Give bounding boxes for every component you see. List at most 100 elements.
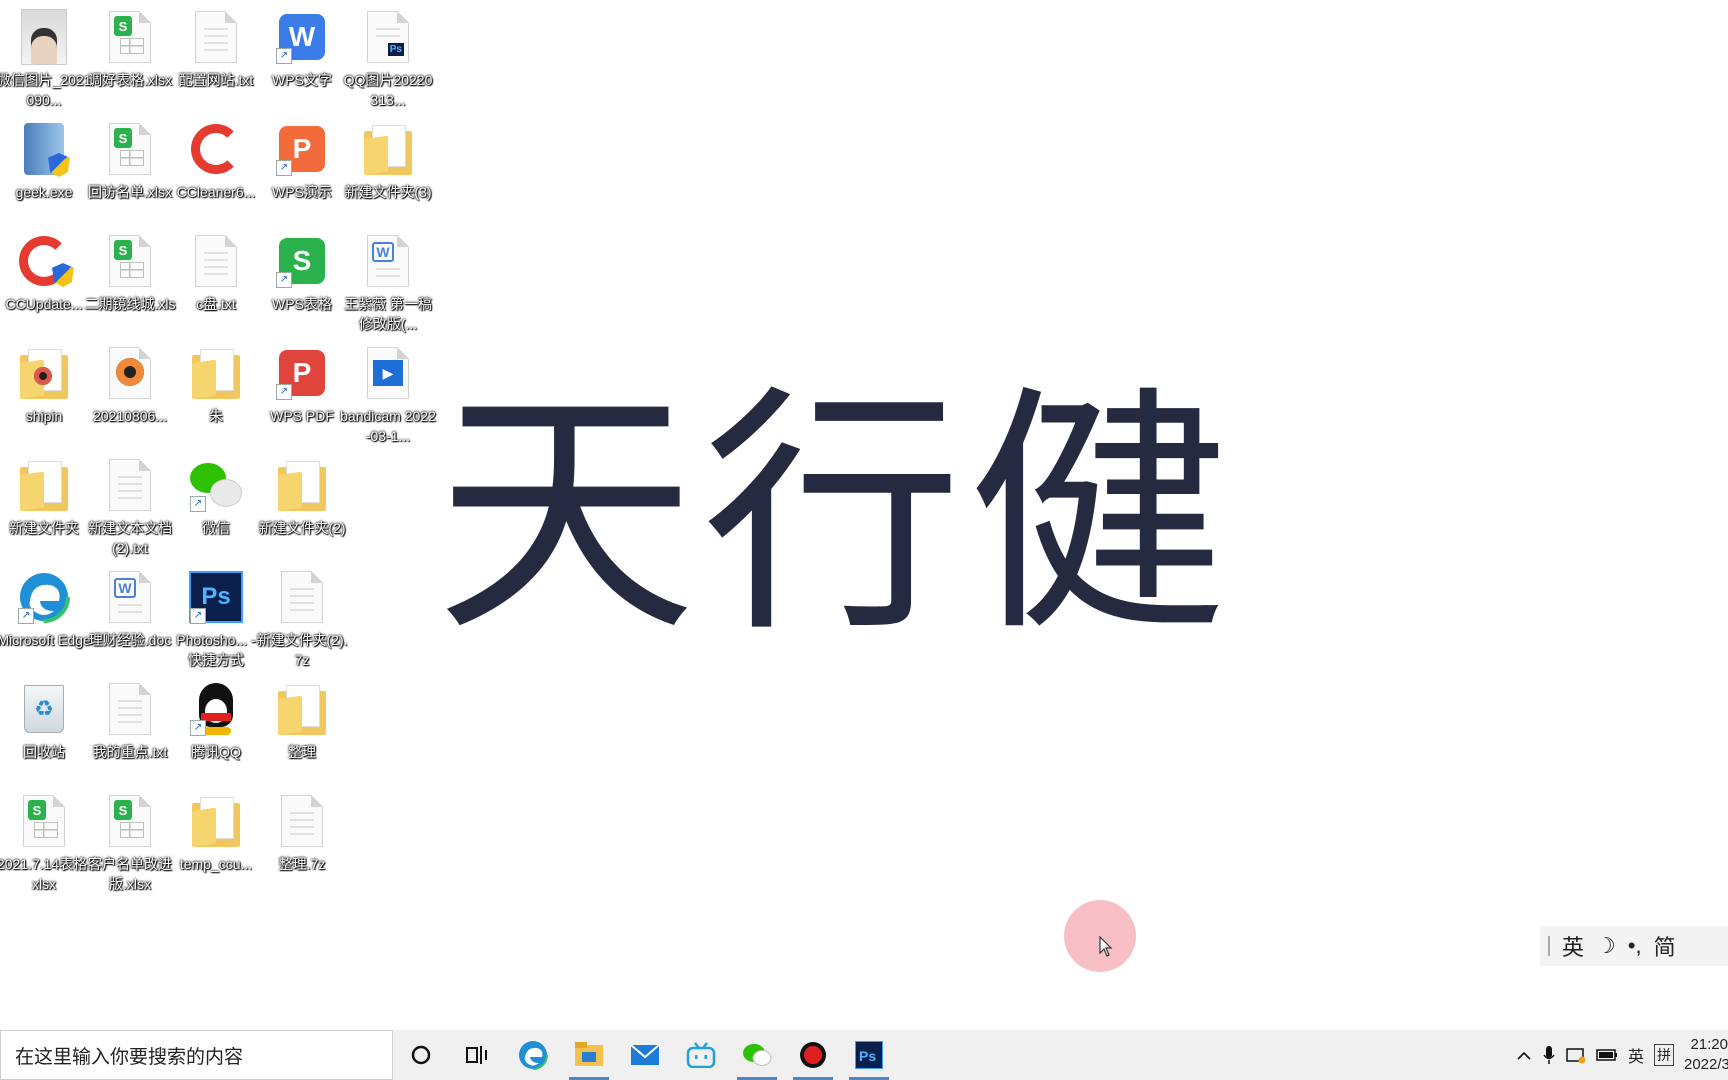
desktop-icon[interactable]: S 回访名单.xlsx — [82, 116, 178, 202]
desktop-icon[interactable]: temp_ccu... — [168, 788, 264, 874]
desktop-icon[interactable]: shipin — [0, 340, 92, 426]
desktop-icon[interactable]: Ps QQ图片20220313... — [340, 4, 436, 110]
ime-moon-icon[interactable]: ☽ — [1596, 933, 1616, 959]
blank-icon — [274, 568, 330, 626]
shortcut-arrow-icon: ↗ — [190, 720, 206, 736]
hero-text: 天行健 — [436, 365, 1234, 667]
wechat-icon — [743, 1044, 772, 1066]
desktop-icon[interactable]: S 二期镜线城.xls — [82, 228, 178, 314]
desktop-icon[interactable]: CCUpdate... — [0, 228, 92, 314]
desktop-icon[interactable]: 微信图片_2021090... — [0, 4, 92, 110]
desktop-icon[interactable]: W 王紫薇 第一稿修改版(... — [340, 228, 436, 334]
tray-clock[interactable]: 21:20 2022/3/... — [1684, 1035, 1728, 1075]
desktop-icon[interactable]: ↗ 腾讯QQ — [168, 676, 264, 762]
desktop-icon[interactable]: 配置网站.txt — [168, 4, 264, 90]
shortcut-arrow-icon: ↗ — [276, 160, 292, 176]
taskbar-recorder-button[interactable] — [785, 1030, 841, 1080]
taskbar-edge-button[interactable] — [505, 1030, 561, 1080]
ime-drag-handle[interactable] — [1548, 936, 1550, 956]
ime-punctuation-toggle[interactable]: •, — [1628, 933, 1642, 959]
desktop-icon[interactable]: W ↗ WPS文字 — [254, 4, 350, 90]
wps-presentation-icon: P ↗ — [274, 120, 330, 178]
tray-language-indicator[interactable]: 英 — [1628, 1043, 1644, 1067]
xlsx-icon: S — [102, 792, 158, 850]
desktop-icon[interactable]: S 调好表格.xlsx — [82, 4, 178, 90]
folder-icon — [188, 344, 244, 402]
doc-icon: W — [102, 568, 158, 626]
desktop-icon[interactable]: 朱 — [168, 340, 264, 426]
tray-ime-indicator[interactable]: 拼 — [1654, 1044, 1674, 1066]
desktop-icon-label: c盘.txt — [196, 296, 236, 312]
desktop-icon-label: 调好表格.xlsx — [88, 72, 172, 88]
ccupdate-icon — [16, 232, 74, 290]
desktop-icon-label: 新建文本文档(2).txt — [88, 520, 172, 556]
chevron-up-icon[interactable] — [1516, 1049, 1532, 1061]
desktop-icon-label: 客户名单改进版.xlsx — [88, 856, 172, 892]
ime-simplified-toggle[interactable]: 简 — [1654, 930, 1676, 962]
desktop-icon[interactable]: geek.exe — [0, 116, 92, 202]
txt-icon — [102, 456, 158, 514]
desktop-icon[interactable]: ↗ Microsoft Edge — [0, 564, 92, 650]
desktop-icon[interactable]: c盘.txt — [168, 228, 264, 314]
desktop-icon-label: bandicam 2022-03-1... — [340, 408, 436, 444]
desktop-icon-label: 整理.7z — [278, 856, 326, 872]
desktop-icon[interactable]: W 理财经验.doc — [82, 564, 178, 650]
desktop-icon[interactable]: P ↗ WPS PDF — [254, 340, 350, 426]
cortana-button[interactable] — [393, 1030, 449, 1080]
mail-icon — [630, 1044, 660, 1065]
desktop-icon[interactable]: 我的重点.txt — [82, 676, 178, 762]
taskbar-file-explorer-button[interactable] — [561, 1030, 617, 1080]
desktop-icon[interactable]: P ↗ WPS演示 — [254, 116, 350, 202]
wps-sheet-icon: S ↗ — [274, 232, 330, 290]
desktop-icon-label: 2021.7.14表格.xlsx — [0, 856, 92, 892]
bilibili-icon — [686, 1042, 716, 1068]
battery-icon[interactable] — [1596, 1048, 1618, 1062]
desktop-icon-label: geek.exe — [15, 184, 73, 200]
task-view-button[interactable] — [449, 1030, 505, 1080]
ime-language-toggle[interactable]: 英 — [1562, 930, 1584, 962]
desktop-icon[interactable]: 新建文件夹(3) — [340, 116, 436, 202]
shortcut-arrow-icon: ↗ — [18, 608, 34, 624]
taskbar-bilibili-button[interactable] — [673, 1030, 729, 1080]
microphone-icon[interactable] — [1542, 1045, 1556, 1065]
taskbar-wechat-button[interactable] — [729, 1030, 785, 1080]
desktop-icon[interactable]: 新建文件夹(2) — [254, 452, 350, 538]
desktop-icon[interactable]: ▶ bandicam 2022-03-1... — [340, 340, 436, 446]
desktop-icon[interactable]: 整理 — [254, 676, 350, 762]
desktop-icon[interactable]: ↗ 微信 — [168, 452, 264, 538]
desktop-icon[interactable]: 新建文件夹 — [0, 452, 92, 538]
txt-icon — [102, 680, 158, 738]
network-icon[interactable] — [1566, 1046, 1586, 1064]
desktop-icon[interactable]: 新建文件夹(2).7z — [254, 564, 350, 670]
desktop-icon[interactable]: 20210806... — [82, 340, 178, 426]
desktop-icon-label: 新建文件夹(3) — [344, 184, 432, 200]
desktop-icon[interactable]: Ps ↗ Photosho... - 快捷方式 — [168, 564, 264, 670]
desktop-icon[interactable]: S 客户名单改进版.xlsx — [82, 788, 178, 894]
desktop-icon-label: 回访名单.xlsx — [88, 184, 172, 200]
shortcut-arrow-icon: ↗ — [190, 608, 206, 624]
taskbar-photoshop-button[interactable]: Ps — [841, 1030, 897, 1080]
folder-icon — [274, 456, 330, 514]
desktop-icon-label: QQ图片20220313... — [343, 72, 433, 108]
desktop-icon[interactable]: S ↗ WPS表格 — [254, 228, 350, 314]
xlsx-icon: S — [102, 232, 158, 290]
video-icon: ▶ — [360, 344, 416, 402]
photoshop-icon: Ps — [855, 1041, 883, 1069]
desktop-icon-label: 微信图片_2021090... — [0, 72, 92, 108]
desktop-icon-label: Photosho... - 快捷方式 — [176, 632, 256, 668]
desktop-icon[interactable]: CCleaner6... — [168, 116, 264, 202]
desktop-icon[interactable]: S 2021.7.14表格.xlsx — [0, 788, 92, 894]
desktop-icon[interactable]: 整理.7z — [254, 788, 350, 874]
shortcut-arrow-icon: ↗ — [190, 496, 206, 512]
ime-toolbar[interactable]: 英 ☽ •, 简 — [1540, 926, 1728, 966]
desktop-icon-label: 回收站 — [23, 744, 65, 760]
desktop-icon-label: WPS PDF — [270, 408, 334, 424]
file-explorer-icon — [575, 1042, 603, 1066]
desktop-icon[interactable]: ♻ 回收站 — [0, 676, 92, 762]
taskbar-search-input[interactable]: 在这里输入你要搜索的内容 — [0, 1030, 393, 1080]
desktop-icon-label: 朱 — [209, 408, 223, 424]
desktop-icon[interactable]: 新建文本文档(2).txt — [82, 452, 178, 558]
image-icon: Ps — [360, 8, 416, 66]
xlsx-icon: S — [102, 120, 158, 178]
taskbar-mail-button[interactable] — [617, 1030, 673, 1080]
